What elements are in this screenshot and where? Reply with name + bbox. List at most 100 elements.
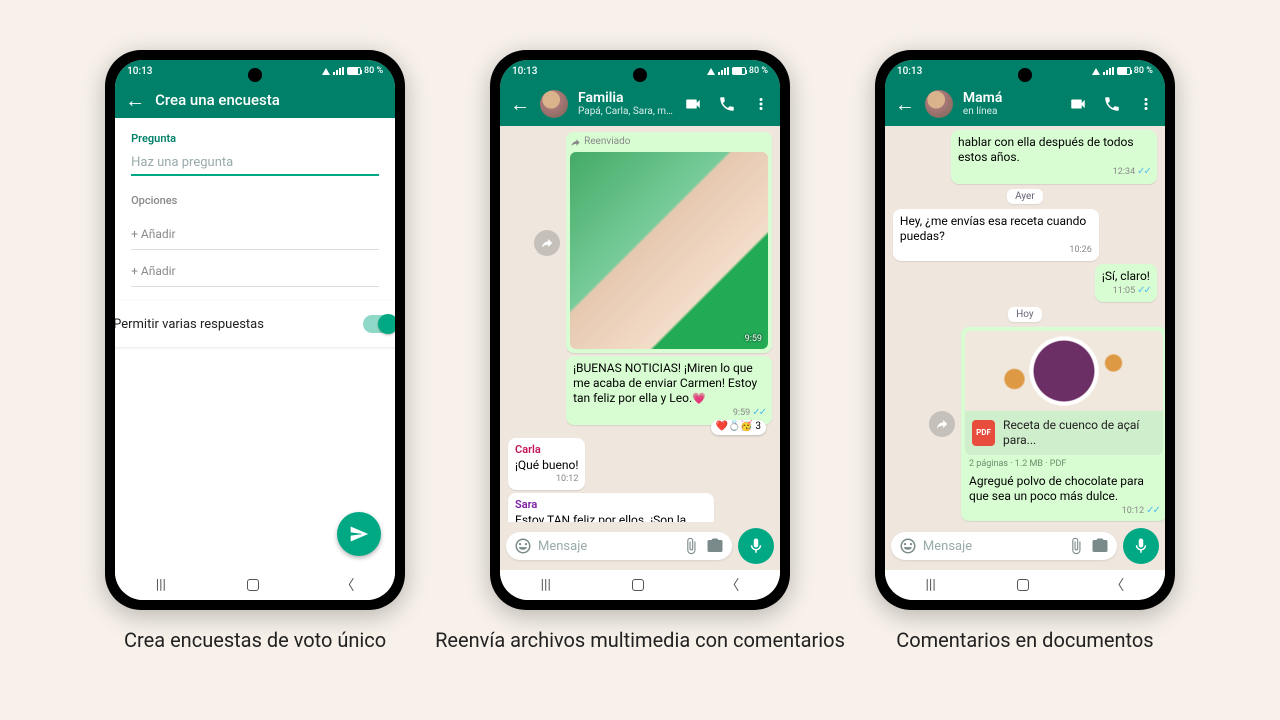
recents-icon[interactable]: ||| xyxy=(926,577,936,593)
chat-titles[interactable]: Familia Papá, Carla, Sara, mamá... xyxy=(578,90,674,118)
android-navbar: ||| 〈 xyxy=(115,570,395,600)
attach-icon[interactable] xyxy=(1067,537,1085,555)
caption-1: Crea encuestas de voto único xyxy=(124,628,386,653)
mic-icon xyxy=(747,537,765,555)
battery-icon xyxy=(1117,67,1131,75)
phone2-column: 10:13 80 % ← Familia Papá, Carla, Sara, … xyxy=(435,50,845,653)
home-icon[interactable] xyxy=(1017,579,1029,591)
forwarded-media-bubble[interactable]: Reenviado 9:59 xyxy=(566,132,772,353)
screen-2: 10:13 80 % ← Familia Papá, Carla, Sara, … xyxy=(500,60,780,600)
status-icons: 80 % xyxy=(1092,66,1153,76)
message-input[interactable]: Mensaje xyxy=(891,532,1117,560)
message-text: ¡Sí, claro! xyxy=(1102,269,1150,283)
date-separator: Hoy xyxy=(1008,307,1042,322)
chat-titles[interactable]: Mamá en línea xyxy=(963,90,1059,118)
incoming-message[interactable]: Hey, ¿me envías esa receta cuando puedas… xyxy=(893,209,1099,261)
back-nav-icon[interactable]: 〈 xyxy=(1110,575,1124,595)
input-bar: Mensaje xyxy=(885,522,1165,570)
poll-body: Pregunta Haz una pregunta Opciones + Aña… xyxy=(115,118,395,570)
camera-dot xyxy=(1018,68,1032,82)
battery-icon xyxy=(347,67,361,75)
outgoing-message[interactable]: ¡Sí, claro! 11:05✓✓ xyxy=(1095,264,1157,303)
avatar[interactable] xyxy=(540,90,568,118)
allow-multiple-toggle[interactable] xyxy=(363,315,395,333)
forwarded-label: Reenviado xyxy=(570,136,768,149)
wifi-icon xyxy=(707,68,715,75)
recents-icon[interactable]: ||| xyxy=(541,577,551,593)
avatar[interactable] xyxy=(925,90,953,118)
emoji-icon[interactable] xyxy=(899,537,917,555)
status-icons: 80 % xyxy=(322,66,383,76)
status-time: 10:13 xyxy=(127,66,152,77)
caption-3: Comentarios en documentos xyxy=(896,628,1153,653)
chat-body: hablar con ella después de todos estos a… xyxy=(885,126,1165,522)
pdf-icon: PDF xyxy=(972,420,995,446)
video-call-icon[interactable] xyxy=(684,95,702,113)
more-icon[interactable] xyxy=(752,95,770,113)
add-option-1[interactable]: + Añadir xyxy=(131,219,379,250)
outgoing-message[interactable]: ¡BUENAS NOTICIAS! ¡Miren lo que me acaba… xyxy=(566,356,772,425)
mic-button[interactable] xyxy=(1123,528,1159,564)
forward-button[interactable] xyxy=(929,411,955,437)
voice-call-icon[interactable] xyxy=(1103,95,1121,113)
chat-subtitle: en línea xyxy=(963,106,1059,118)
android-navbar: ||| 〈 xyxy=(885,570,1165,600)
appbar-actions xyxy=(1069,95,1155,113)
battery-pct: 80 % xyxy=(1134,66,1153,76)
home-icon[interactable] xyxy=(632,579,644,591)
input-placeholder: Mensaje xyxy=(538,539,676,554)
incoming-message-sara[interactable]: Sara Estoy TAN feliz por ellos. ¡Son la … xyxy=(508,493,714,522)
add-option-2[interactable]: + Añadir xyxy=(131,256,379,287)
question-label: Pregunta xyxy=(117,118,393,151)
recents-icon[interactable]: ||| xyxy=(156,577,166,593)
phone1-column: 10:13 80 % ← Crea una encuesta Pregunta … xyxy=(105,50,405,653)
outgoing-message-partial[interactable]: hablar con ella después de todos estos a… xyxy=(951,130,1157,184)
allow-multiple-label: Permitir varias respuestas xyxy=(115,317,264,332)
allow-multiple-card[interactable]: Permitir varias respuestas xyxy=(115,301,395,347)
camera-icon[interactable] xyxy=(1091,537,1109,555)
status-time: 10:13 xyxy=(512,66,537,77)
forwarded-photo[interactable]: 9:59 xyxy=(570,152,768,350)
document-bubble[interactable]: PDF Receta de cuenco de açaí para... 2 p… xyxy=(961,327,1165,521)
forward-button[interactable] xyxy=(534,230,560,256)
more-icon[interactable] xyxy=(1137,95,1155,113)
question-input[interactable]: Haz una pregunta xyxy=(131,151,379,176)
send-icon xyxy=(349,524,369,544)
back-icon[interactable]: ← xyxy=(895,94,915,114)
chat-body: Reenviado 9:59 ¡BUENAS NOTICIAS! ¡Miren … xyxy=(500,126,780,522)
status-time: 10:13 xyxy=(897,66,922,77)
voice-call-icon[interactable] xyxy=(718,95,736,113)
document-name: Receta de cuenco de açaí para... xyxy=(1003,418,1156,448)
sender-name: Sara xyxy=(515,498,707,512)
camera-dot xyxy=(248,68,262,82)
back-icon[interactable]: ← xyxy=(125,90,145,110)
attach-icon[interactable] xyxy=(682,537,700,555)
status-icons: 80 % xyxy=(707,66,768,76)
phone3-column: 10:13 80 % ← Mamá en línea habla xyxy=(875,50,1175,653)
message-meta: 10:12 xyxy=(515,474,578,485)
message-meta: 11:05✓✓ xyxy=(1102,285,1150,298)
chat-app-bar: ← Mamá en línea xyxy=(885,82,1165,126)
appbar-actions xyxy=(684,95,770,113)
document-row[interactable]: PDF Receta de cuenco de açaí para... xyxy=(965,411,1163,455)
video-call-icon[interactable] xyxy=(1069,95,1087,113)
send-poll-button[interactable] xyxy=(337,512,381,556)
signal-icon xyxy=(718,67,729,75)
back-nav-icon[interactable]: 〈 xyxy=(340,575,354,595)
mic-button[interactable] xyxy=(738,528,774,564)
caption-text: Agregué polvo de chocolate para que sea … xyxy=(969,474,1144,503)
back-icon[interactable]: ← xyxy=(510,94,530,114)
date-separator: Ayer xyxy=(1007,189,1043,204)
incoming-message-carla[interactable]: Carla ¡Qué bueno! 10:12 xyxy=(508,438,585,490)
message-text: ¡Qué bueno! xyxy=(515,458,578,472)
home-icon[interactable] xyxy=(247,579,259,591)
emoji-icon[interactable] xyxy=(514,537,532,555)
message-input[interactable]: Mensaje xyxy=(506,532,732,560)
back-nav-icon[interactable]: 〈 xyxy=(725,575,739,595)
chat-subtitle: Papá, Carla, Sara, mamá... xyxy=(578,106,674,118)
reactions-pill[interactable]: ❤️💍🥳 3 xyxy=(711,420,766,435)
message-meta: 10:26 xyxy=(900,245,1092,256)
battery-pct: 80 % xyxy=(749,66,768,76)
camera-icon[interactable] xyxy=(706,537,724,555)
wifi-icon xyxy=(322,68,330,75)
